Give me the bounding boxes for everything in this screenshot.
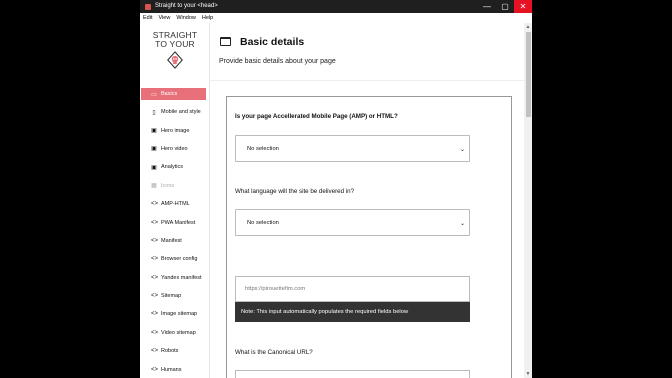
amp-select-value: No selection [247,145,279,152]
sidebar-item-label: Hero image [161,127,190,134]
sidebar-item-label: Icons [161,182,175,189]
app-logo: STRAIGHT TO YOUR [148,31,202,76]
code-icon: <> [151,274,159,281]
code-icon: <> [151,366,159,373]
canonical-url-input[interactable] [235,370,470,378]
sidebar-item-label: Video sitemap [161,329,196,336]
grid-icon: ▦ [151,183,157,190]
sidebar-item-humans[interactable]: <> Humans [140,360,210,378]
menu-bar: Edit View Window Help [140,13,532,23]
sidebar-item-label: Mobile and style [161,109,201,116]
sidebar-item-video-sitemap[interactable]: <> Video sitemap [140,324,210,342]
sidebar-item-label: Basics [161,91,178,97]
menu-edit[interactable]: Edit [143,15,152,21]
video-icon: ▣ [151,146,157,153]
code-icon: <> [151,329,159,336]
divider [210,80,524,81]
language-select[interactable]: No selection ⌄ [235,209,470,236]
window-icon [220,37,231,46]
url-input-placeholder: https://pirouettefim.com [245,286,306,292]
scroll-up-icon[interactable]: ▲ [524,23,532,31]
language-question-label: What language will the site be delivered… [235,188,355,195]
code-icon: <> [151,237,159,244]
code-icon: <> [151,293,159,300]
menu-window[interactable]: Window [176,15,196,21]
sidebar-nav: ▭ Basics ▯ Mobile and style ▣ Hero image ▣ Hero… [140,88,210,378]
app-icon [145,3,151,10]
window-title: Straight to your <head> [155,3,218,9]
code-icon: <> [151,201,159,208]
menu-view[interactable]: View [158,15,170,21]
chevron-down-icon: ⌄ [459,147,465,153]
url-input[interactable]: https://pirouettefim.com [235,276,470,302]
main-content: Basic details Provide basic details abou… [210,23,524,378]
vertical-scrollbar[interactable]: ▲ ▼ [524,23,532,378]
sidebar-item-label: Image sitemap [161,311,198,318]
sidebar-item-label: Analytics [161,164,184,171]
sidebar-item-label: Sitemap [161,293,182,300]
page-subtitle: Provide basic details about your page [219,58,336,65]
close-button[interactable]: ✕ [514,0,532,13]
sidebar-item-amp-html[interactable]: <> AMP-HTML [140,195,210,213]
code-icon: <> [151,311,159,318]
sidebar-item-hero-video[interactable]: ▣ Hero video [140,140,210,158]
sidebar-item-label: Humans [161,366,182,373]
code-icon: <> [151,219,159,226]
sidebar-item-yandex-manifest[interactable]: <> Yandex manifest [140,269,210,287]
sidebar-item-hero-image[interactable]: ▣ Hero image [140,121,210,139]
scroll-down-icon[interactable]: ▼ [524,370,532,378]
sidebar-item-label: Browser config [161,256,198,263]
image-icon: ▣ [151,128,157,135]
sidebar-item-label: Robots [161,348,179,355]
sidebar-item-image-sitemap[interactable]: <> Image sitemap [140,305,210,323]
sidebar-item-icons: ▦ Icons [140,177,210,195]
canonical-question-label: What is the Canonical URL? [235,349,313,356]
sidebar-item-sitemap[interactable]: <> Sitemap [140,287,210,305]
skull-logo-icon [167,51,183,69]
sidebar-item-robots[interactable]: <> Robots [140,342,210,360]
logo-line-2: TO YOUR [155,38,195,49]
sidebar-item-label: Yandex manifest [161,274,202,281]
url-input-note: Note: This input automatically populates… [235,302,470,322]
sidebar-item-browser-config[interactable]: <> Browser config [140,250,210,268]
page-title: Basic details [240,36,305,48]
sidebar-item-label: PWA Manifest [161,219,196,226]
sidebar: STRAIGHT TO YOUR ▭ Basics ▯ Mobile and styl… [140,23,210,378]
analytics-icon: ▣ [151,164,157,171]
amp-select[interactable]: No selection ⌄ [235,135,470,162]
title-bar[interactable]: Straight to your <head> — ▢ ✕ [140,0,532,13]
sidebar-item-label: AMP-HTML [161,201,190,208]
window-icon: ▭ [151,91,157,98]
language-select-value: No selection [247,219,279,226]
sidebar-item-basics[interactable]: ▭ Basics [141,88,206,100]
chevron-down-icon: ⌄ [459,221,465,227]
amp-question-label: Is your page Accellerated Mobile Page (A… [235,113,398,120]
minimize-button[interactable]: — [478,0,496,13]
maximize-button[interactable]: ▢ [496,0,514,13]
sidebar-item-manifest[interactable]: <> Manifest [140,232,210,250]
sidebar-item-mobile-and-style[interactable]: ▯ Mobile and style [140,103,210,121]
sidebar-item-pwa-manifest[interactable]: <> PWA Manifest [140,213,210,231]
app-window: Straight to your <head> — ▢ ✕ Edit View … [140,0,532,378]
form-card: Is your page Accellerated Mobile Page (A… [226,96,512,378]
scrollbar-thumb[interactable] [525,32,531,117]
menu-help[interactable]: Help [202,15,213,21]
code-icon: <> [151,256,159,263]
code-icon: <> [151,348,159,355]
phone-icon: ▯ [152,109,156,116]
sidebar-item-label: Manifest [161,237,182,244]
sidebar-item-analytics[interactable]: ▣ Analytics [140,158,210,176]
sidebar-item-label: Hero video [161,145,188,152]
